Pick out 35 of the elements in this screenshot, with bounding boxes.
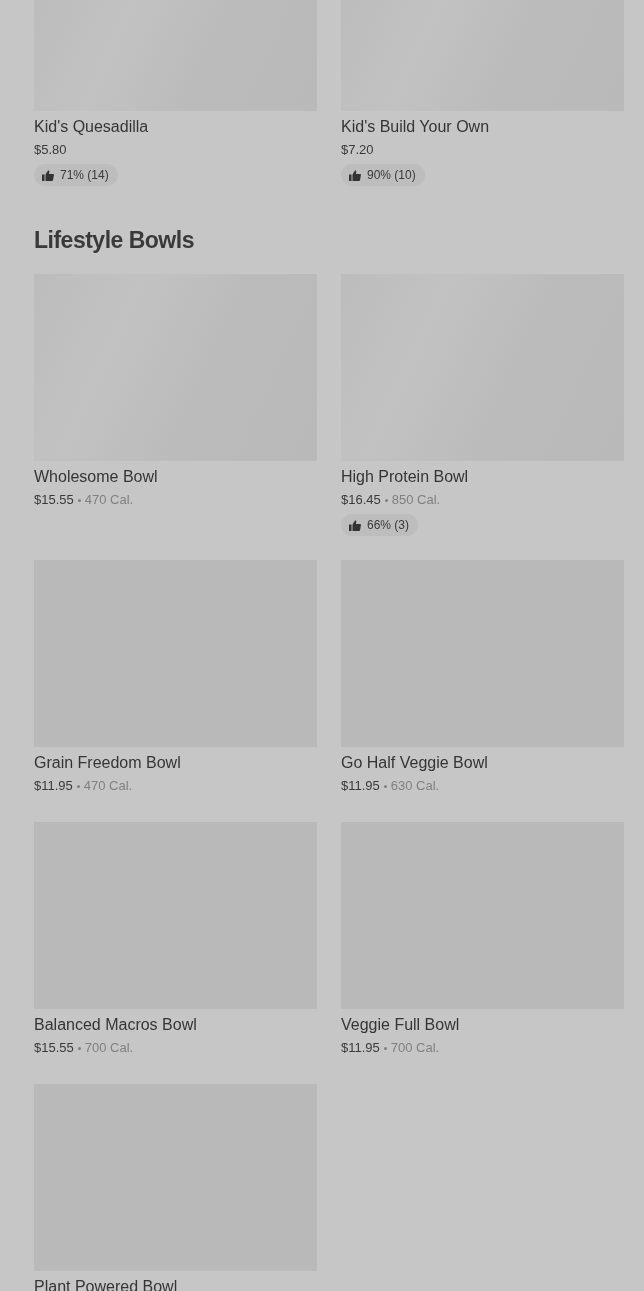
item-name[interactable]: Kid's Quesadilla [34,116,149,138]
separator-dot [76,784,80,788]
item-name[interactable]: Grain Freedom Bowl [34,752,181,774]
item-calories: 700 Cal. [84,1039,134,1057]
separator-dot [77,498,81,502]
separator-dot [383,784,387,788]
thumbs-up-icon [42,169,54,181]
item-price: $16.45 [341,491,381,509]
item-name[interactable]: Veggie Full Bowl [341,1014,460,1036]
section-heading: Lifestyle Bowls [34,226,195,254]
item-calories: 700 Cal. [390,1039,440,1057]
item-name[interactable]: High Protein Bowl [341,466,469,488]
rating-text: 66% (3) [367,517,410,533]
separator-dot [77,1046,81,1050]
separator-dot [384,498,388,502]
rating-text: 71% (14) [60,167,109,183]
item-price: $11.95 [34,777,73,795]
item-name[interactable]: Kid's Build Your Own [341,116,490,138]
item-name[interactable]: Wholesome Bowl [34,466,158,488]
item-price: $11.95 [341,777,380,795]
item-price: $7.20 [341,141,374,159]
item-name[interactable]: Go Half Veggie Bowl [341,752,488,774]
item-price: $11.95 [341,1039,380,1057]
separator-dot [383,1046,387,1050]
rating-text: 90% (10) [367,167,416,183]
thumbs-up-icon [349,519,361,531]
item-calories: 850 Cal. [391,491,441,509]
item-calories: 630 Cal. [390,777,440,795]
item-price: $5.80 [34,141,67,159]
item-name[interactable]: Balanced Macros Bowl [34,1014,197,1036]
item-calories: 470 Cal. [83,777,133,795]
item-price: $15.55 [34,491,74,509]
thumbs-up-icon [349,169,361,181]
item-price: $15.55 [34,1039,74,1057]
item-calories: 470 Cal. [84,491,134,509]
